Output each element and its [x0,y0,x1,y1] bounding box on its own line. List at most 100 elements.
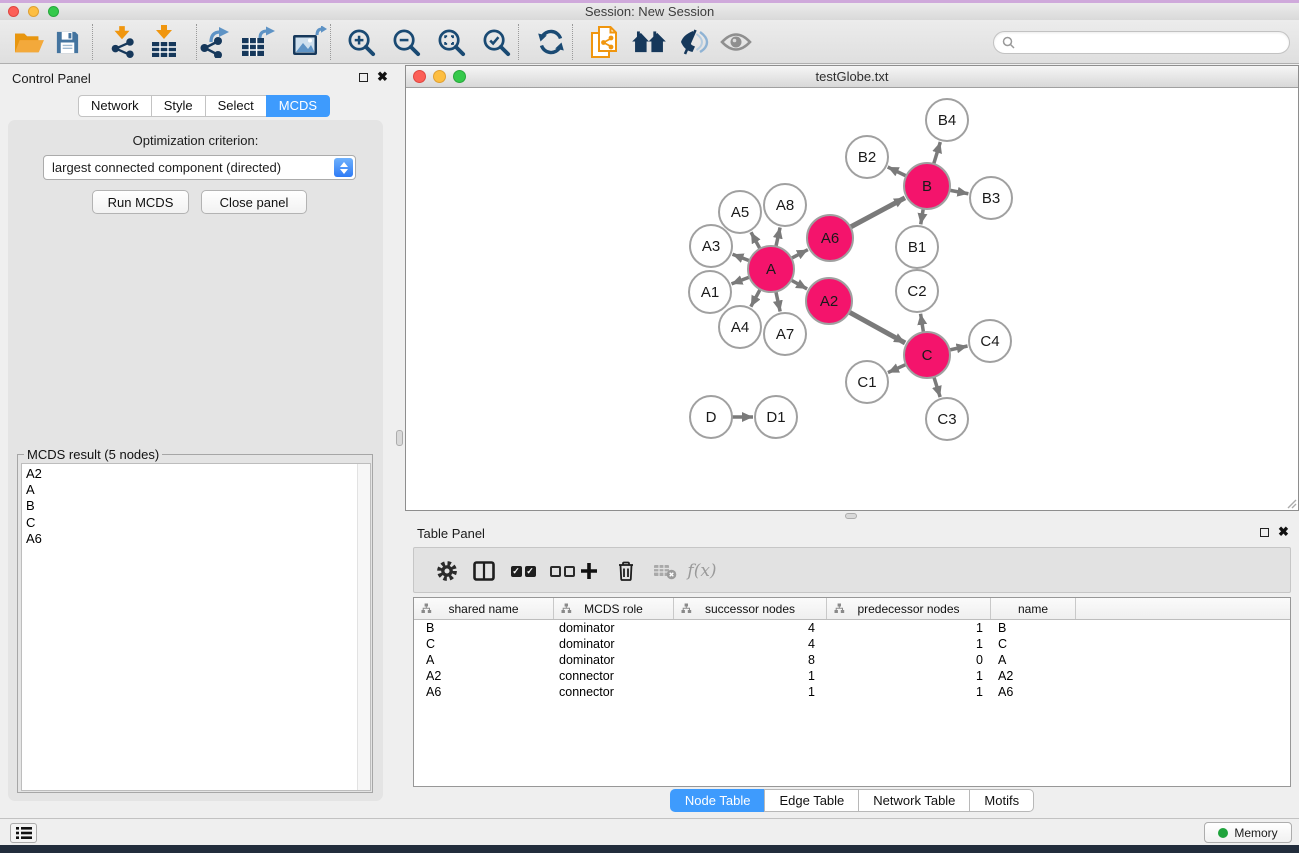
delete-column-button[interactable] [606,551,646,591]
table-cell[interactable]: 4 [674,621,827,635]
task-history-button[interactable] [10,823,37,843]
close-window-button[interactable] [8,6,19,17]
table-cell[interactable]: 1 [674,669,827,683]
export-table-button[interactable] [238,22,278,62]
export-network-button[interactable] [194,22,234,62]
list-item[interactable]: A6 [22,531,370,547]
network-zoom-button[interactable] [453,70,466,83]
column-header-name[interactable]: name [991,598,1076,619]
float-icon[interactable] [359,73,368,82]
graph-node-C[interactable]: C [904,332,950,378]
graph-node-C1[interactable]: C1 [846,361,888,403]
table-cell[interactable]: C [991,637,1076,651]
graph-edge-B-B2[interactable] [888,167,907,176]
graph-edge-A-A1[interactable] [732,277,750,284]
table-cell[interactable]: 0 [827,653,991,667]
table-cell[interactable]: 1 [827,621,991,635]
add-column-button[interactable] [569,551,609,591]
zoom-fit-button[interactable] [431,22,471,62]
tab-select[interactable]: Select [205,95,267,117]
close-icon[interactable]: ✖ [377,71,388,83]
graph-edge-B-B3[interactable] [950,190,969,194]
column-header-successor-nodes[interactable]: successor nodes [674,598,827,619]
graph-node-A3[interactable]: A3 [690,225,732,267]
table-cell[interactable]: C [414,637,554,651]
network-canvas[interactable]: B4B2BB3A8A5A6A3B1AA1C2A2A4A7C4CC1DD1C3 [406,88,1298,510]
delete-table-button[interactable] [645,551,685,591]
zoom-selected-button[interactable] [476,22,516,62]
tab-node-table[interactable]: Node Table [670,789,766,812]
memory-button[interactable]: Memory [1204,822,1292,843]
search-input[interactable] [1020,34,1289,52]
network-close-button[interactable] [413,70,426,83]
table-row[interactable]: A2connector11A2 [414,668,1290,684]
table-cell[interactable]: A2 [991,669,1076,683]
gear-button[interactable] [427,551,467,591]
table-row[interactable]: Adominator80A [414,652,1290,668]
tab-network-table[interactable]: Network Table [858,789,970,812]
graph-edge-A-A6[interactable] [791,250,808,259]
show-all-button[interactable] [716,22,756,62]
graph-edge-A2-C[interactable] [849,312,905,343]
graph-node-D1[interactable]: D1 [755,396,797,438]
tab-mcds[interactable]: MCDS [266,95,330,117]
table-row[interactable]: Cdominator41C [414,636,1290,652]
split-handle-horizontal[interactable] [845,513,857,519]
table-cell[interactable]: B [414,621,554,635]
save-session-button[interactable] [47,22,87,62]
zoom-in-button[interactable] [341,22,381,62]
zoom-window-button[interactable] [48,6,59,17]
list-item[interactable]: A [22,482,370,498]
table-cell[interactable]: dominator [554,637,674,651]
graph-node-A2[interactable]: A2 [806,278,852,324]
import-network-file-button[interactable] [584,22,624,62]
table-float-icon[interactable] [1260,528,1269,537]
resize-grip-icon[interactable] [1285,497,1297,509]
table-row[interactable]: Bdominator41B [414,620,1290,636]
tab-style[interactable]: Style [151,95,206,117]
graph-node-C2[interactable]: C2 [896,270,938,312]
table-cell[interactable]: 1 [674,685,827,699]
refresh-button[interactable] [531,22,571,62]
table-cell[interactable]: dominator [554,621,674,635]
graph-edge-C-C2[interactable] [921,314,924,333]
graph-node-A7[interactable]: A7 [764,313,806,355]
table-cell[interactable]: A [414,653,554,667]
list-item[interactable]: C [22,515,370,531]
column-header-shared-name[interactable]: shared name [414,598,554,619]
column-header-predecessor-nodes[interactable]: predecessor nodes [827,598,991,619]
table-cell[interactable]: A [991,653,1076,667]
table-cell[interactable]: A6 [414,685,554,699]
table-cell[interactable]: 4 [674,637,827,651]
split-columns-button[interactable] [464,551,504,591]
select-all-button[interactable]: ✓ ✓ [503,551,543,591]
table-close-icon[interactable]: ✖ [1278,526,1289,538]
graph-edge-A6-B[interactable] [850,198,905,227]
graph-node-B4[interactable]: B4 [926,99,968,141]
criterion-select[interactable]: largest connected component (directed) [43,155,356,180]
graph-edge-B-B4[interactable] [934,142,941,164]
graph-node-D[interactable]: D [690,396,732,438]
table-cell[interactable]: A6 [991,685,1076,699]
open-session-button[interactable] [9,22,49,62]
graph-node-A8[interactable]: A8 [764,184,806,226]
table-cell[interactable]: 1 [827,685,991,699]
table-cell[interactable]: connector [554,669,674,683]
zoom-out-button[interactable] [386,22,426,62]
hide-selected-button[interactable] [674,22,714,62]
graph-edge-C-C3[interactable] [934,377,940,397]
list-item[interactable]: A2 [22,466,370,482]
function-builder-button[interactable]: f(x) [682,551,722,591]
graph-node-B1[interactable]: B1 [896,226,938,268]
graph-edge-B-B1[interactable] [921,209,924,225]
graph-node-B3[interactable]: B3 [970,177,1012,219]
home-button[interactable] [629,22,669,62]
table-cell[interactable]: connector [554,685,674,699]
tab-network[interactable]: Network [78,95,152,117]
close-panel-button[interactable]: Close panel [201,190,307,214]
table-cell[interactable]: 1 [827,669,991,683]
graph-edge-A-A8[interactable] [776,227,780,246]
graph-node-B2[interactable]: B2 [846,136,888,178]
search-field[interactable] [993,31,1290,54]
graph-edge-C-C4[interactable] [949,346,967,350]
